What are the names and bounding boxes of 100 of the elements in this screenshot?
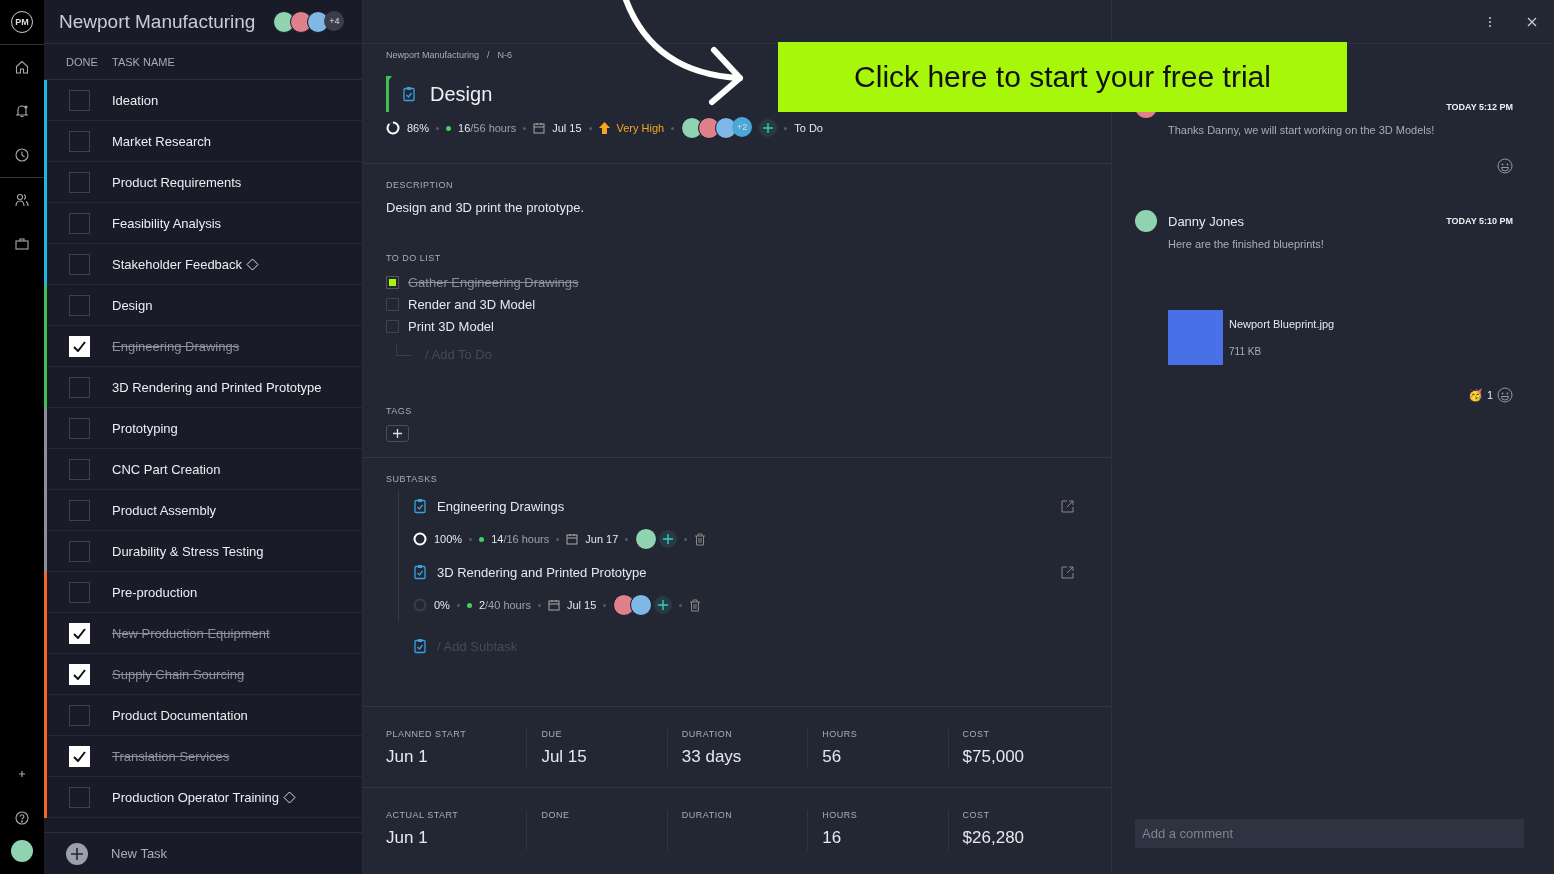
subtask-name[interactable]: 3D Rendering and Printed Prototype xyxy=(437,564,1051,580)
reaction-emoji[interactable]: 🥳 xyxy=(1467,388,1483,402)
todo-text[interactable]: Print 3D Model xyxy=(408,318,494,334)
todo-text[interactable]: Gather Engineering Drawings xyxy=(408,274,579,290)
due-date[interactable]: Jul 15 xyxy=(566,599,597,611)
plus-icon xyxy=(658,600,669,610)
done-checkbox[interactable] xyxy=(69,212,90,234)
todo-checkbox[interactable] xyxy=(386,319,399,333)
done-checkbox[interactable] xyxy=(69,499,90,521)
due-date[interactable]: Jul 15 xyxy=(552,122,582,134)
people-icon[interactable] xyxy=(15,193,29,207)
close-icon[interactable] xyxy=(1526,15,1538,28)
task-name[interactable]: Durability & Stress Testing xyxy=(112,543,264,559)
task-name[interactable]: CNC Part Creation xyxy=(112,461,221,477)
section-label: TO DO LIST xyxy=(386,253,442,263)
calendar-icon xyxy=(566,533,579,545)
task-name[interactable]: Product Documentation xyxy=(112,707,248,723)
attachment-name[interactable]: Newport Blueprint.jpg xyxy=(1229,318,1335,330)
task-name[interactable]: Ideation xyxy=(112,92,159,108)
done-checkbox[interactable] xyxy=(69,704,90,726)
add-task-icon[interactable] xyxy=(66,842,88,865)
breadcrumb-item[interactable]: Newport Manufacturing xyxy=(386,50,480,60)
task-name[interactable]: Product Requirements xyxy=(112,174,242,190)
free-trial-banner[interactable]: Click here to start your free trial xyxy=(778,42,1347,112)
comment-text: Thanks Danny, we will start working on the 3D Models! xyxy=(1168,124,1436,136)
progress-text: 86% xyxy=(407,122,430,134)
smiley-icon[interactable] xyxy=(1497,158,1513,174)
done-checkbox[interactable] xyxy=(69,458,90,480)
done-checkbox[interactable] xyxy=(69,89,90,111)
trash-icon[interactable] xyxy=(689,598,702,612)
task-name[interactable]: Market Research xyxy=(112,133,211,149)
stat-value: $26,280 xyxy=(962,828,1025,847)
image-thumbnail[interactable] xyxy=(1168,310,1223,365)
todo-checkbox[interactable] xyxy=(386,297,399,311)
breadcrumb-item[interactable]: N-6 xyxy=(497,50,513,60)
column-header: TASK NAME xyxy=(112,55,175,68)
bell-icon[interactable] xyxy=(15,104,29,118)
breadcrumb-item[interactable]: / xyxy=(487,50,490,60)
task-name[interactable]: Design xyxy=(112,297,153,313)
comment-text: Here are the finished blueprints! xyxy=(1168,238,1325,250)
priority[interactable]: Very High xyxy=(616,122,665,134)
stat-value: 56 xyxy=(822,747,842,766)
comment-author: Danny Jones xyxy=(1168,213,1244,229)
add-assignee-button[interactable] xyxy=(759,119,778,137)
due-date[interactable]: Jun 17 xyxy=(585,533,619,545)
more-members-badge[interactable]: +4 xyxy=(324,10,345,31)
arrow-up-icon xyxy=(598,122,610,134)
task-name[interactable]: Product Assembly xyxy=(112,502,217,518)
task-name[interactable]: 3D Rendering and Printed Prototype xyxy=(112,379,322,395)
clock-icon[interactable] xyxy=(15,148,29,162)
description[interactable]: Design and 3D print the prototype. xyxy=(386,200,1088,215)
status[interactable]: To Do xyxy=(794,122,823,134)
trash-icon[interactable] xyxy=(694,532,707,546)
subtask-name[interactable]: Engineering Drawings xyxy=(437,498,1051,514)
todo-text[interactable]: Render and 3D Model xyxy=(408,296,536,312)
stat-label: DUE xyxy=(541,729,563,739)
help-icon[interactable] xyxy=(15,811,29,825)
task-name[interactable]: New Production Equipment xyxy=(112,625,270,641)
task-name[interactable]: Engineering Drawings xyxy=(112,338,240,354)
add-assignee-button[interactable] xyxy=(654,596,673,614)
subtask-icon xyxy=(413,564,427,580)
done-checkbox[interactable] xyxy=(69,786,90,808)
new-task-button[interactable]: New Task xyxy=(111,846,168,861)
done-checkbox[interactable] xyxy=(69,171,90,193)
briefcase-icon[interactable] xyxy=(15,237,29,251)
open-external-icon[interactable] xyxy=(1061,565,1074,579)
done-checkbox[interactable] xyxy=(69,581,90,603)
column-header: DONE xyxy=(65,55,99,68)
stat-label: COST xyxy=(962,810,991,820)
task-name[interactable]: Production Operator Training xyxy=(112,789,279,805)
stat-value: $75,000 xyxy=(962,747,1025,766)
done-checkbox[interactable] xyxy=(69,130,90,152)
attachment-size: 711 KB xyxy=(1229,346,1263,357)
done-checkbox[interactable] xyxy=(69,294,90,316)
comment-field[interactable]: Add a comment xyxy=(1135,819,1524,848)
task-name[interactable]: Feasibility Analysis xyxy=(112,215,222,231)
smiley-icon[interactable] xyxy=(1497,387,1513,403)
diamond-icon xyxy=(282,790,296,804)
done-checkbox[interactable] xyxy=(69,376,90,398)
add-tag-button[interactable] xyxy=(386,425,409,442)
subtask-icon xyxy=(413,638,427,654)
done-checkbox[interactable] xyxy=(69,540,90,562)
comment-time: TODAY 5:12 PM xyxy=(1446,102,1513,112)
todo-checkbox[interactable] xyxy=(386,275,399,289)
subtask-icon xyxy=(413,498,427,514)
task-name[interactable]: Pre-production xyxy=(112,584,198,600)
hours-text: 2/40 hours xyxy=(478,599,531,611)
task-name[interactable]: Stakeholder Feedback xyxy=(112,256,243,272)
open-external-icon[interactable] xyxy=(1061,499,1074,513)
assignee-avatar xyxy=(635,528,658,550)
task-name[interactable]: Translation Services xyxy=(112,748,230,764)
done-checkbox[interactable] xyxy=(69,253,90,275)
done-checkbox[interactable] xyxy=(69,417,90,439)
user-avatar[interactable] xyxy=(11,840,33,862)
task-name[interactable]: Prototyping xyxy=(112,420,178,436)
checkmark-icon xyxy=(73,668,86,680)
task-name[interactable]: Supply Chain Sourcing xyxy=(112,666,245,682)
home-icon[interactable] xyxy=(15,60,29,74)
stat-label: PLANNED START xyxy=(386,729,468,739)
add-assignee-button[interactable] xyxy=(659,530,678,548)
